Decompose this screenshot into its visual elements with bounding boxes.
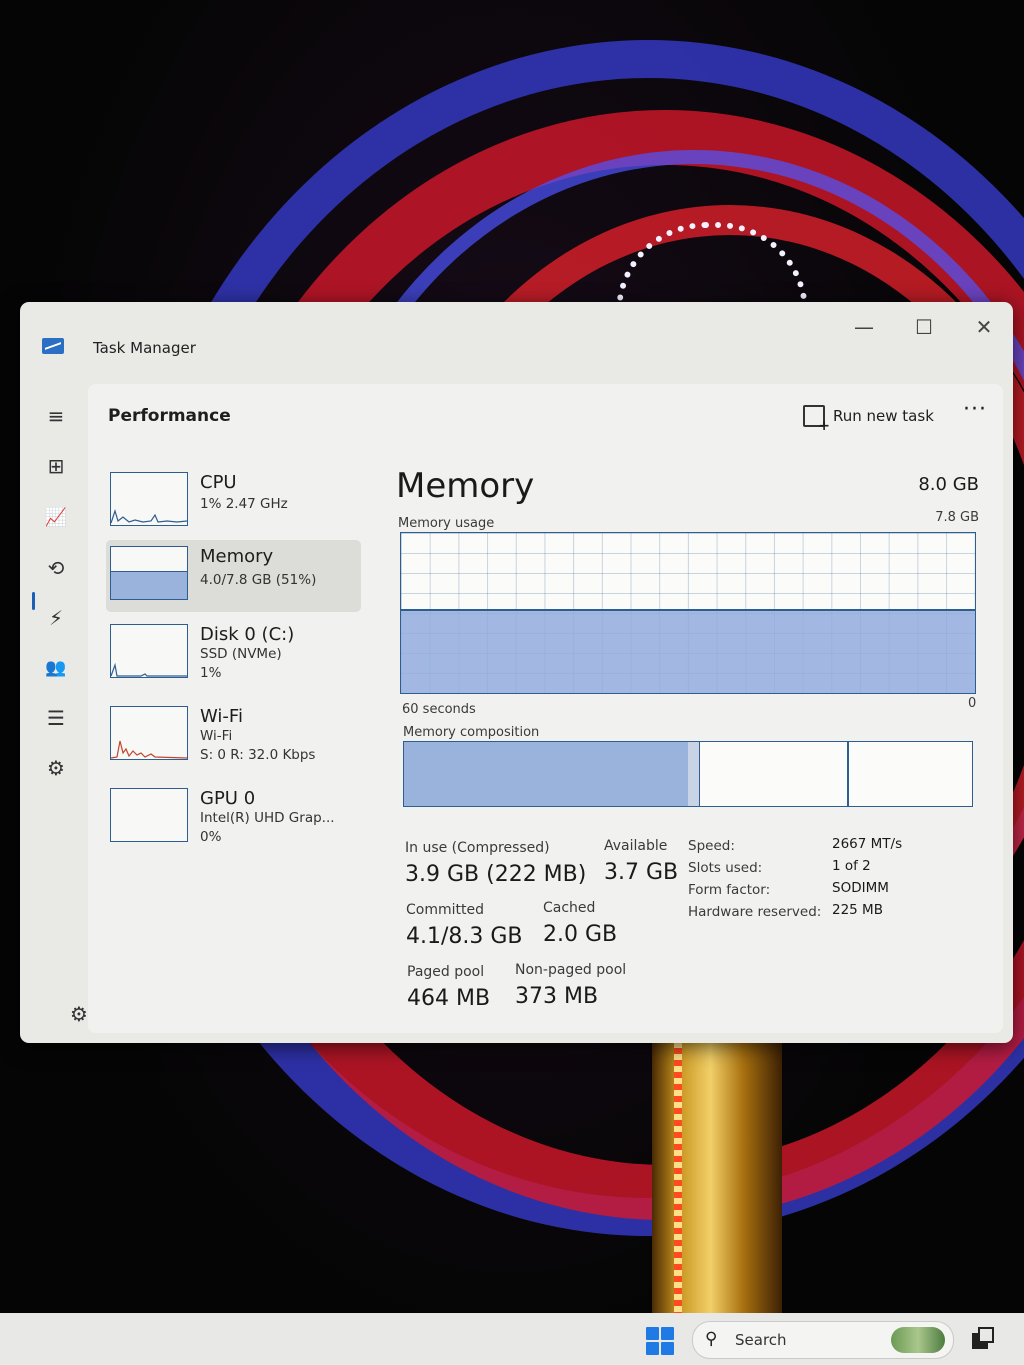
composition-modified[interactable] — [688, 742, 701, 806]
task-view-icon[interactable] — [972, 1327, 994, 1349]
processes-icon[interactable]: ⊞ — [34, 448, 78, 484]
resource-item-wifi[interactable]: Wi-Fi Wi-Fi S: 0 R: 32.0 Kbps — [106, 700, 361, 772]
paged-pool-value: 464 MB — [407, 986, 491, 1011]
gpu-mini-graph — [110, 788, 188, 842]
services-icon[interactable]: ⚙ — [34, 750, 78, 786]
wifi-adapter-text: Wi-Fi — [200, 728, 233, 744]
disk-label: Disk 0 (C:) — [200, 624, 295, 645]
memory-panel-title: Memory — [396, 466, 535, 506]
gpu-label: GPU 0 — [200, 788, 256, 809]
non-paged-pool-value: 373 MB — [515, 984, 599, 1009]
minimize-button[interactable]: — — [844, 312, 884, 342]
maximize-button[interactable]: ☐ — [904, 312, 944, 342]
memory-total: 8.0 GB — [918, 474, 979, 495]
wifi-label: Wi-Fi — [200, 706, 243, 727]
cached-value: 2.0 GB — [543, 922, 618, 947]
users-icon[interactable]: 👥 — [34, 650, 78, 686]
disk-mini-graph — [110, 624, 188, 678]
more-options-button[interactable]: ··· — [963, 397, 987, 422]
speed-label: Speed: — [688, 838, 735, 854]
title-bar[interactable]: Task Manager — ☐ ✕ — [20, 302, 1013, 378]
cpu-usage-text: 1% 2.47 GHz — [200, 496, 288, 512]
close-button[interactable]: ✕ — [964, 312, 1004, 342]
memory-composition-label: Memory composition — [403, 725, 540, 740]
paged-pool-label: Paged pool — [407, 964, 485, 980]
disk-type-text: SSD (NVMe) — [200, 646, 282, 662]
cpu-label: CPU — [200, 472, 237, 493]
hardware-reserved-value: 225 MB — [832, 902, 883, 918]
app-history-icon[interactable]: ⟲ — [34, 550, 78, 586]
committed-label: Committed — [406, 902, 484, 918]
in-use-value: 3.9 GB (222 MB) — [405, 862, 587, 887]
available-label: Available — [604, 838, 668, 854]
slots-used-value: 1 of 2 — [832, 858, 871, 874]
page-title: Performance — [108, 406, 231, 426]
gpu-usage-text: 0% — [200, 829, 222, 845]
in-use-label: In use (Compressed) — [405, 840, 550, 856]
available-value: 3.7 GB — [604, 860, 679, 885]
run-task-icon — [803, 405, 830, 434]
resource-item-gpu[interactable]: GPU 0 Intel(R) UHD Grap... 0% — [106, 782, 361, 854]
disk-usage-text: 1% — [200, 665, 222, 681]
search-icon: ⚲ — [705, 1329, 718, 1349]
committed-value: 4.1/8.3 GB — [406, 924, 523, 949]
search-highlight-image — [891, 1327, 945, 1353]
memory-label: Memory — [200, 546, 274, 567]
navigation-rail: ≡ ⊞ 📈 ⟲ ⚡ 👥 ☰ ⚙ — [20, 384, 86, 1043]
resource-item-cpu[interactable]: CPU 1% 2.47 GHz — [106, 466, 361, 538]
memory-usage-text: 4.0/7.8 GB (51%) — [200, 572, 317, 588]
hamburger-menu-icon[interactable]: ≡ — [34, 398, 78, 434]
task-manager-app-icon — [42, 338, 64, 354]
run-new-task-label: Run new task — [833, 407, 934, 425]
windows-start-icon[interactable] — [646, 1327, 674, 1355]
composition-standby-divider — [847, 742, 849, 806]
non-paged-pool-label: Non-paged pool — [515, 962, 627, 978]
run-new-task-button[interactable]: Run new task — [803, 399, 934, 434]
composition-in-use[interactable] — [404, 742, 690, 806]
memory-usage-area — [401, 609, 975, 693]
taskbar: ⚲ Search — [0, 1313, 1024, 1365]
memory-composition-bar — [403, 741, 973, 807]
wifi-throughput-text: S: 0 R: 32.0 Kbps — [200, 747, 316, 763]
resource-item-disk[interactable]: Disk 0 (C:) SSD (NVMe) 1% — [106, 618, 361, 690]
form-factor-label: Form factor: — [688, 882, 771, 898]
memory-usage-max: 7.8 GB — [935, 510, 979, 525]
graph-axis-min: 0 — [968, 696, 977, 711]
performance-icon[interactable]: 📈 — [34, 500, 78, 536]
graph-time-span: 60 seconds — [402, 702, 476, 717]
settings-gear-icon[interactable]: ⚙ — [70, 1002, 88, 1026]
wallpaper-tower — [652, 1036, 782, 1316]
details-icon[interactable]: ☰ — [34, 700, 78, 736]
wifi-mini-graph — [110, 706, 188, 760]
speed-value: 2667 MT/s — [832, 836, 903, 852]
memory-usage-label: Memory usage — [398, 516, 495, 531]
cached-label: Cached — [543, 900, 596, 916]
task-manager-window: Task Manager — ☐ ✕ ≡ ⊞ 📈 ⟲ ⚡ 👥 ☰ ⚙ ⚙ Per… — [20, 302, 1013, 1043]
form-factor-value: SODIMM — [832, 880, 889, 896]
hardware-reserved-label: Hardware reserved: — [688, 904, 822, 920]
gpu-model-text: Intel(R) UHD Grap... — [200, 810, 335, 826]
startup-apps-icon[interactable]: ⚡ — [34, 600, 78, 636]
performance-page: Performance Run new task ··· CPU 1% 2.47… — [88, 384, 1003, 1033]
slots-used-label: Slots used: — [688, 860, 763, 876]
window-title: Task Manager — [93, 339, 196, 357]
taskbar-search-box[interactable]: ⚲ Search — [692, 1321, 954, 1359]
memory-usage-graph — [400, 532, 976, 694]
search-placeholder: Search — [735, 1331, 787, 1349]
cpu-mini-graph — [110, 472, 188, 526]
memory-mini-graph — [110, 546, 188, 600]
resource-item-memory[interactable]: Memory 4.0/7.8 GB (51%) — [106, 540, 361, 612]
